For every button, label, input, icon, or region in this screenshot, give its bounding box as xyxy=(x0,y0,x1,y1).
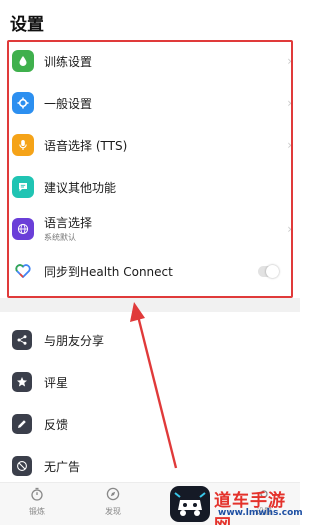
annotation-arrow xyxy=(130,302,178,469)
watermark-url: www.lmwhs.com xyxy=(218,508,303,518)
watermark-text: 道车手游网 xyxy=(214,491,286,525)
